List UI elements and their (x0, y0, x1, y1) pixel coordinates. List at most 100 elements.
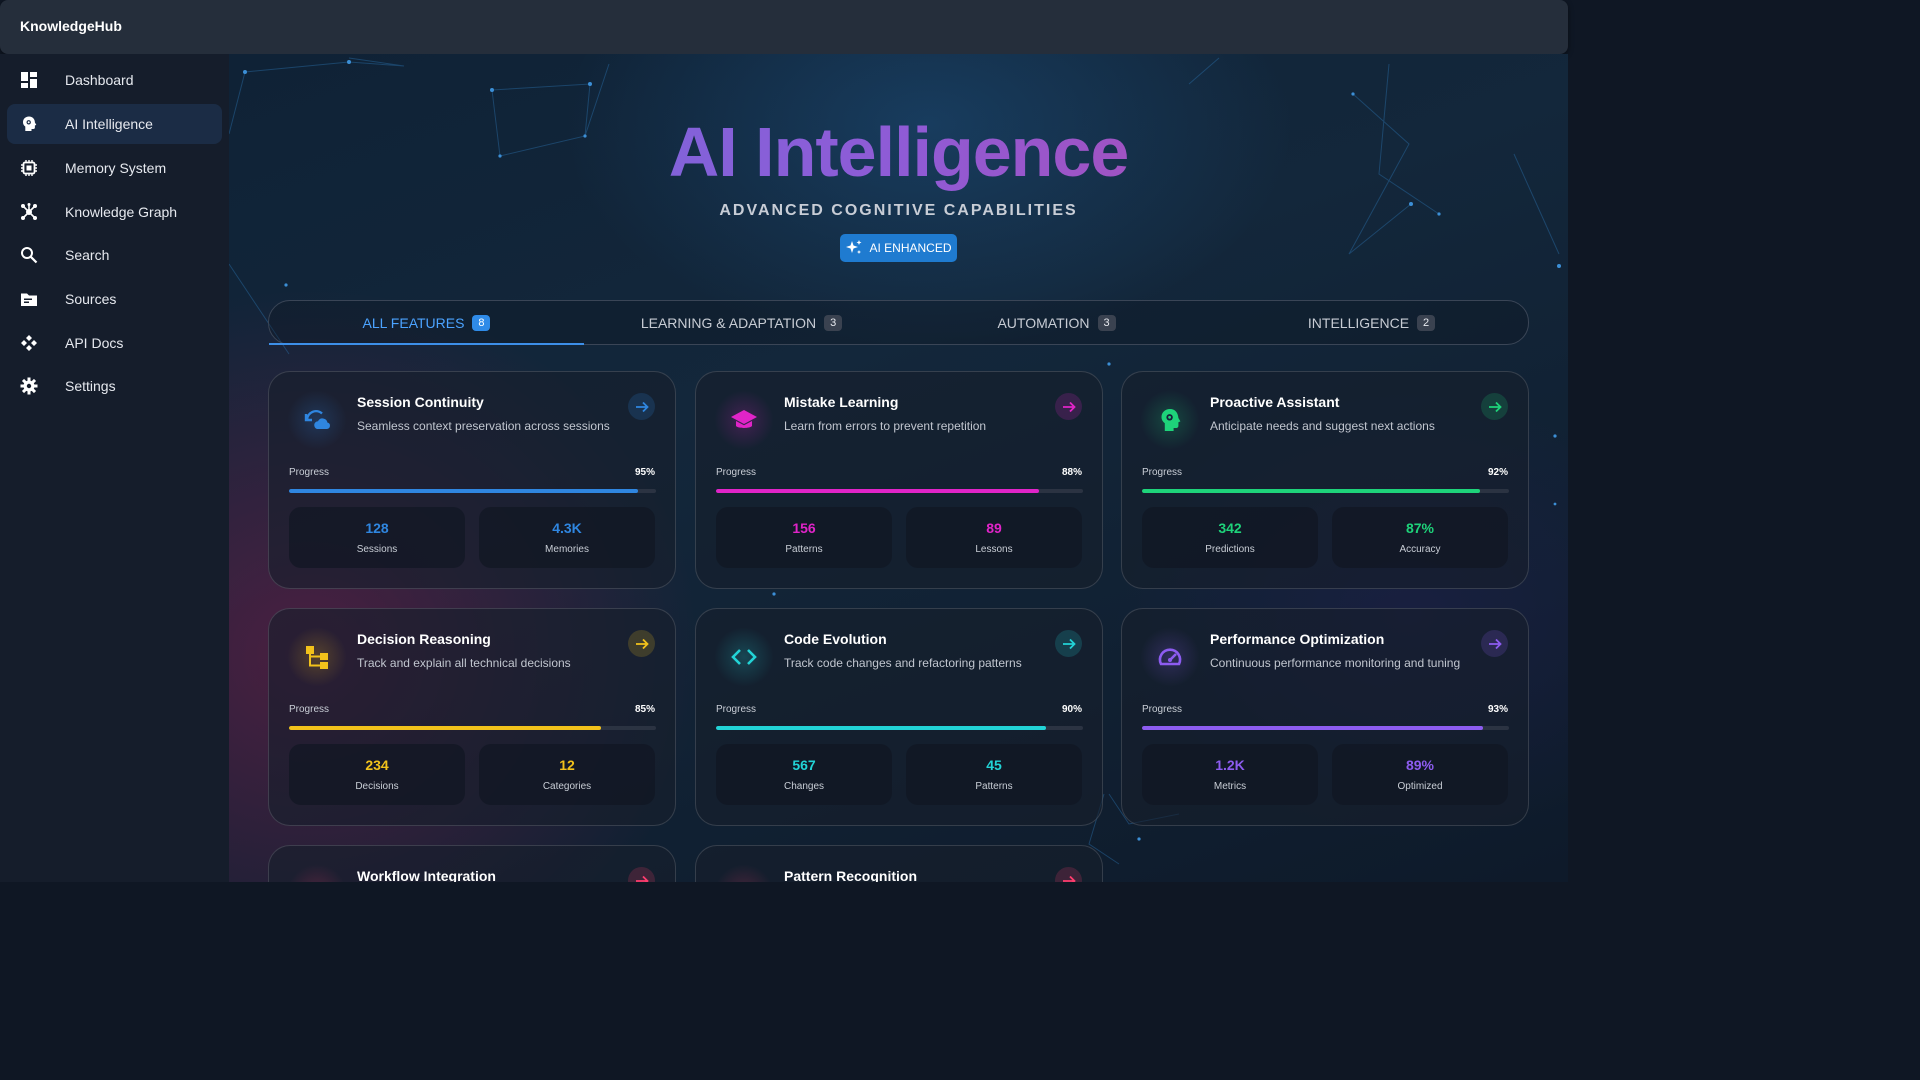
tab-label: AUTOMATION (997, 314, 1090, 331)
sidebar-item-api-docs[interactable]: API Docs (7, 323, 222, 363)
open-feature-button[interactable] (1481, 393, 1508, 420)
stat-value: 12 (559, 757, 575, 773)
feature-card-proactive-assistant[interactable]: Proactive Assistant Anticipate needs and… (1121, 371, 1529, 589)
sidebar-item-memory-system[interactable]: Memory System (7, 148, 222, 188)
stat-value: 567 (792, 757, 816, 773)
card-icon-container (714, 390, 774, 450)
progress-value: 93% (1487, 704, 1508, 715)
feature-card-pattern-recognition[interactable]: Pattern Recognition (695, 845, 1103, 882)
tab-automation[interactable]: AUTOMATION 3 (899, 301, 1214, 344)
tab-label: INTELLIGENCE (1307, 314, 1410, 331)
feature-card-decision-reasoning[interactable]: Decision Reasoning Track and explain all… (268, 608, 676, 826)
stat-box: 87% Accuracy (1332, 507, 1508, 568)
progress-value: 85% (634, 704, 655, 715)
stat-label: Patterns (785, 544, 823, 555)
tab-learning-adaptation[interactable]: LEARNING & ADAPTATION 3 (584, 301, 899, 344)
card-title: Pattern Recognition (784, 868, 918, 882)
sidebar-item-label: Knowledge Graph (65, 204, 178, 220)
stat-box: 234 Decisions (289, 744, 465, 805)
progress-label: Progress (716, 704, 757, 715)
card-icon-container (714, 627, 774, 687)
brain-icon (23, 116, 37, 131)
feature-card-performance-optimization[interactable]: Performance Optimization Continuous perf… (1121, 608, 1529, 826)
gear-icon (20, 377, 38, 395)
folder-icon (21, 293, 37, 306)
stat-value: 342 (1218, 520, 1242, 536)
progress-fill (289, 489, 638, 493)
feature-tabs: ALL FEATURES 8 LEARNING & ADAPTATION 3 A… (268, 300, 1529, 345)
progress-value: 95% (634, 467, 655, 478)
arrow-right-icon (1488, 638, 1502, 649)
stat-label: Changes (783, 781, 825, 792)
card-icon-container (714, 864, 774, 882)
open-feature-button[interactable] (1481, 630, 1508, 657)
stat-value: 128 (365, 520, 389, 536)
card-description: Track and explain all technical decision… (357, 656, 571, 670)
progress-label: Progress (289, 704, 330, 715)
stat-box: 128 Sessions (289, 507, 465, 568)
main-content: AI Intelligence ADVANCED COGNITIVE CAPAB… (229, 54, 1568, 882)
stat-label: Metrics (1213, 781, 1247, 792)
progress-label: Progress (716, 467, 757, 478)
tab-label: ALL FEATURES (362, 314, 465, 331)
stat-box: 89% Optimized (1332, 744, 1508, 805)
search-icon (21, 247, 38, 264)
sidebar-item-label: Dashboard (65, 72, 134, 88)
tab-all-features[interactable]: ALL FEATURES 8 (269, 301, 584, 345)
progress-value: 90% (1061, 704, 1082, 715)
stat-label: Optimized (1397, 781, 1443, 792)
open-feature-button[interactable] (1055, 630, 1082, 657)
stat-value: 89 (986, 520, 1002, 536)
tab-intelligence[interactable]: INTELLIGENCE 2 (1214, 301, 1529, 344)
stat-value: 89% (1405, 757, 1435, 773)
brain-icon (1161, 409, 1181, 431)
progress-fill (1142, 726, 1484, 730)
tab-count-badge: 2 (1417, 314, 1436, 331)
sidebar-item-settings[interactable]: Settings (7, 366, 222, 406)
open-feature-button[interactable] (628, 630, 655, 657)
progress-fill (716, 489, 1039, 493)
sidebar-item-label: Sources (65, 291, 117, 307)
app-brand[interactable]: KnowledgeHub (20, 18, 122, 34)
tab-count-badge: 3 (1097, 314, 1116, 331)
stat-box: 4.3K Memories (479, 507, 655, 568)
sidebar-item-sources[interactable]: Sources (7, 279, 222, 319)
feature-card-mistake-learning[interactable]: Mistake Learning Learn from errors to pr… (695, 371, 1103, 589)
progress-bar (289, 726, 656, 730)
sidebar-item-search[interactable]: Search (7, 235, 222, 275)
stat-box: 1.2K Metrics (1142, 744, 1318, 805)
open-feature-button[interactable] (628, 867, 655, 882)
feature-card-session-continuity[interactable]: Session Continuity Seamless context pres… (268, 371, 676, 589)
card-icon-container (1140, 627, 1200, 687)
card-title: Proactive Assistant (1210, 394, 1340, 410)
arrow-right-icon (1062, 875, 1076, 882)
graduation-cap-icon (731, 410, 757, 428)
workflow-icon (303, 880, 331, 882)
feature-card-code-evolution[interactable]: Code Evolution Track code changes and re… (695, 608, 1103, 826)
stat-label: Decisions (355, 781, 399, 792)
progress-fill (1142, 489, 1480, 493)
stat-label: Lessons (975, 544, 1013, 555)
arrow-right-icon (1062, 401, 1076, 412)
sync-cloud-icon (304, 410, 330, 429)
progress-bar (716, 726, 1083, 730)
progress-fill (716, 726, 1047, 730)
sidebar-item-ai-intelligence[interactable]: AI Intelligence (7, 104, 222, 144)
progress-label: Progress (1142, 704, 1183, 715)
progress-bar (1142, 726, 1509, 730)
pattern-icon (730, 880, 758, 882)
sidebar-item-dashboard[interactable]: Dashboard (7, 60, 222, 100)
card-icon-container (287, 864, 347, 882)
sidebar-item-knowledge-graph[interactable]: Knowledge Graph (7, 192, 222, 232)
chip-icon (21, 160, 37, 176)
card-description: Continuous performance monitoring and tu… (1210, 656, 1461, 670)
card-description: Seamless context preservation across ses… (357, 419, 610, 433)
arrow-right-icon (1488, 401, 1502, 412)
stat-box: 156 Patterns (716, 507, 892, 568)
card-title: Session Continuity (357, 394, 484, 410)
feature-card-workflow-integration[interactable]: Workflow Integration (268, 845, 676, 882)
open-feature-button[interactable] (1055, 393, 1082, 420)
arrow-right-icon (1062, 638, 1076, 649)
open-feature-button[interactable] (628, 393, 655, 420)
open-feature-button[interactable] (1055, 867, 1082, 882)
